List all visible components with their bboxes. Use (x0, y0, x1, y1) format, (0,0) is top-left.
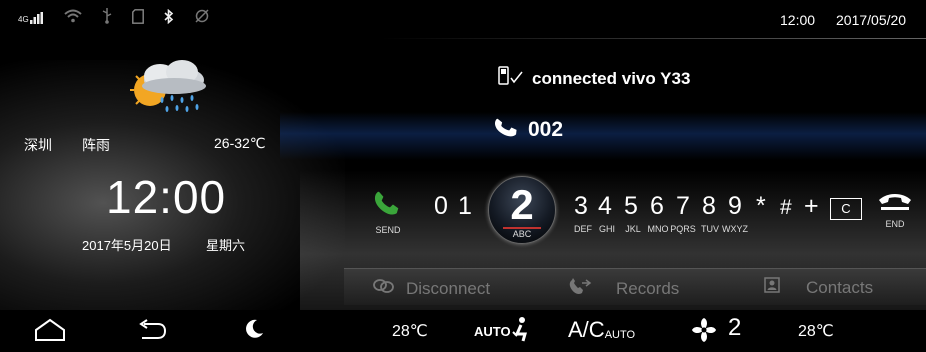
key-0[interactable]: 0 (434, 192, 448, 221)
call-action-strip: Disconnect Records Contacts (344, 268, 926, 305)
ac-auto-button[interactable]: A/C AUTO (568, 317, 635, 343)
key-2-digit: 2 (510, 181, 534, 228)
fan-icon[interactable] (690, 316, 718, 349)
end-label: END (885, 219, 905, 229)
weather-temp-range: 26-32℃ (214, 135, 266, 151)
key-5[interactable]: 5 (624, 192, 638, 221)
clock-date: 2017年5月20日 (82, 238, 172, 253)
current-number: 002 (494, 114, 563, 145)
key-9[interactable]: 9 (728, 192, 742, 221)
key-3[interactable]: 3 (574, 192, 588, 221)
records-button[interactable]: Records (568, 277, 679, 300)
send-call-button[interactable]: SEND (368, 188, 408, 238)
airflow-seat-icon (511, 316, 531, 347)
key-9-letters: WXYZ (722, 224, 748, 234)
key-star[interactable]: * (756, 192, 766, 221)
disconnect-button[interactable]: Disconnect (372, 277, 490, 300)
contact-card-icon (764, 277, 780, 298)
contacts-label: Contacts (806, 277, 874, 297)
usb-icon (102, 8, 112, 27)
signal-icon: 4G (18, 11, 44, 24)
connected-device-text: connected vivo Y33 (532, 68, 691, 88)
clock-time: 12:00 (106, 171, 227, 223)
night-mode-icon[interactable] (242, 317, 266, 346)
key-2-selected[interactable]: 2 ABC (488, 176, 556, 244)
weather-condition: 阵雨 (82, 137, 110, 153)
ac-auto-sub: AUTO (604, 329, 636, 341)
handset-icon (494, 114, 520, 145)
wifi-icon (64, 9, 82, 26)
send-label: SEND (375, 225, 401, 235)
status-date: 2017/05/20 (836, 12, 907, 28)
disconnect-label: Disconnect (406, 278, 491, 298)
auto-label: AUTO (474, 324, 511, 339)
hangup-icon (877, 194, 913, 216)
auto-seat-button[interactable]: AUTO (474, 316, 531, 347)
bottom-bar: 28℃ AUTO A/C AUTO 2 28℃ (0, 310, 926, 352)
head-unit-screen: 4G 12:00 2017/05/20 深圳 阵雨 26-32℃ 12:00 2… (0, 0, 926, 352)
status-icons: 4G (18, 8, 210, 27)
weather-shower-icon[interactable] (116, 54, 216, 118)
clear-key[interactable]: C (830, 198, 862, 220)
dialed-number: 002 (528, 117, 564, 141)
end-call-button[interactable]: END (874, 190, 916, 240)
link-icon (372, 277, 396, 300)
status-divider (380, 38, 926, 39)
home-icon[interactable] (34, 318, 66, 347)
back-icon[interactable] (136, 319, 168, 346)
clock-weekday: 星期六 (206, 238, 246, 253)
key-plus[interactable]: + (804, 192, 819, 221)
eye-off-icon (194, 9, 210, 26)
bluetooth-icon (164, 8, 174, 27)
contacts-button[interactable]: Contacts (764, 277, 873, 298)
green-handset-icon (373, 191, 403, 222)
key-1[interactable]: 1 (458, 192, 472, 221)
status-time: 12:00 (780, 12, 816, 28)
weather-city: 深圳 (24, 137, 52, 153)
right-temp[interactable]: 28℃ (798, 321, 834, 341)
fan-level[interactable]: 2 (728, 314, 741, 342)
ac-label: A/C (568, 317, 605, 342)
left-temp[interactable]: 28℃ (392, 321, 428, 341)
key-4[interactable]: 4 (598, 192, 612, 221)
key-7-letters: PQRS (670, 224, 696, 234)
sdcard-icon (131, 8, 144, 27)
records-label: Records (616, 278, 680, 298)
status-bar: 4G 12:00 2017/05/20 (0, 0, 926, 36)
signal-label: 4G (18, 14, 29, 24)
key-2-letters: ABC (512, 229, 532, 239)
call-log-icon (568, 277, 592, 300)
key-6[interactable]: 6 (650, 192, 664, 221)
blue-highlight-band (280, 112, 926, 160)
connection-status: connected vivo Y33 (498, 66, 690, 91)
key-hash[interactable]: # (780, 196, 792, 220)
key-7[interactable]: 7 (676, 192, 690, 221)
phone-connected-icon (498, 66, 524, 91)
key-8[interactable]: 8 (702, 192, 716, 221)
